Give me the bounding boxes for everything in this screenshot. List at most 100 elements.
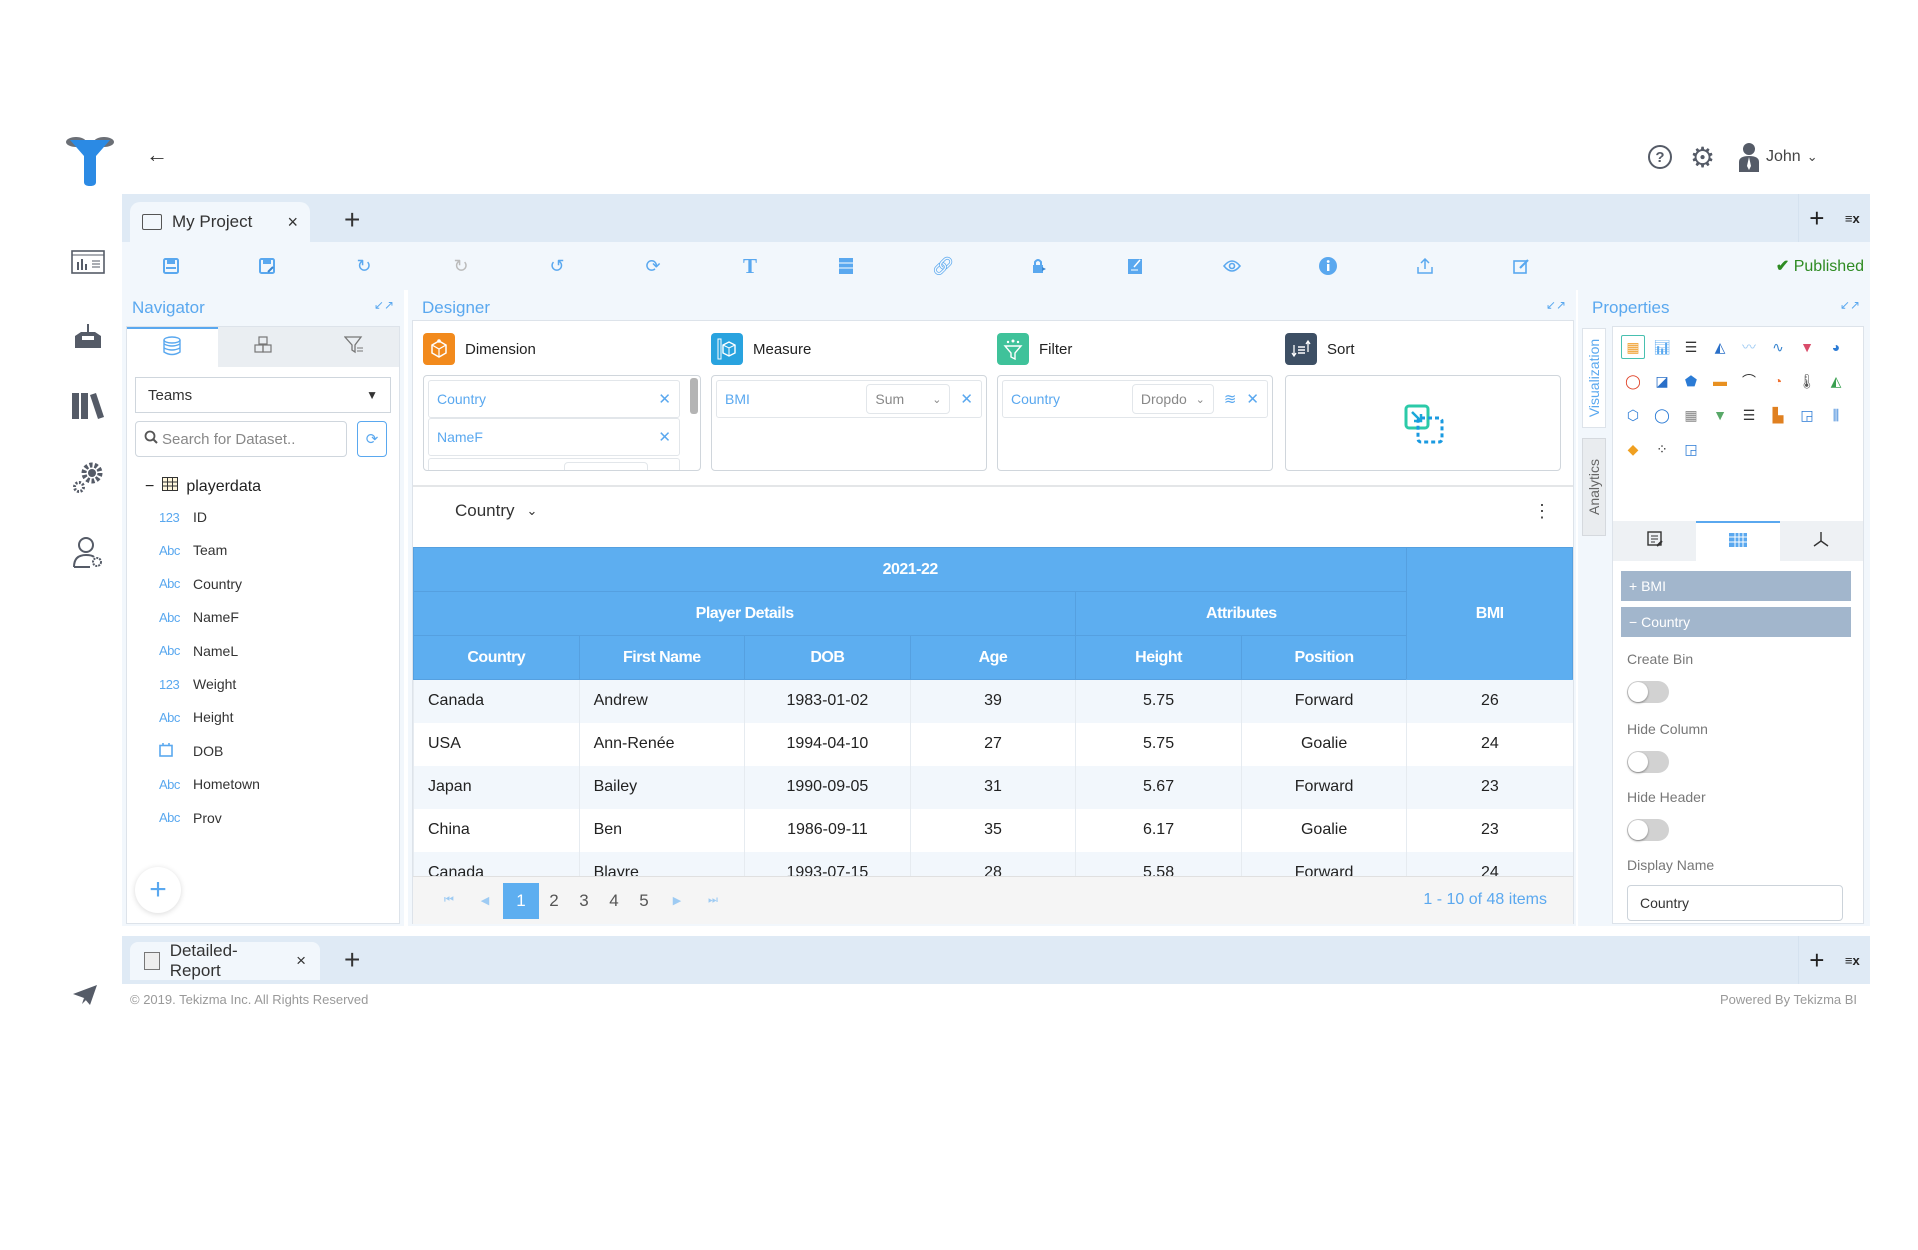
- field-item[interactable]: DOB: [159, 742, 223, 760]
- collapse-icon[interactable]: ↙↗: [1840, 298, 1860, 312]
- first-page-button[interactable]: ⏮: [431, 883, 467, 919]
- preview-eye-icon[interactable]: [1220, 254, 1244, 278]
- next-page-button[interactable]: ▶: [659, 883, 695, 919]
- accordion-bmi[interactable]: + BMI: [1621, 571, 1851, 601]
- undo-icon[interactable]: ↻: [352, 254, 376, 278]
- viz-scatter-icon[interactable]: ◪: [1650, 369, 1674, 393]
- field-item[interactable]: Abc NameF: [159, 609, 239, 625]
- viz-pivot-icon[interactable]: ▦: [1679, 403, 1703, 427]
- tab-analytics[interactable]: Analytics: [1582, 438, 1606, 536]
- column-header-country[interactable]: Country: [413, 635, 580, 680]
- viz-thermometer-icon[interactable]: 🌡︎: [1795, 369, 1819, 393]
- clear-format-icon[interactable]: ≡x: [1845, 211, 1860, 226]
- viz-bar-line-icon[interactable]: ◭: [1824, 369, 1848, 393]
- page-4-button[interactable]: 4: [599, 883, 629, 919]
- viz-table-icon[interactable]: ▦: [1621, 335, 1645, 359]
- viz-funnel-icon[interactable]: ▼: [1795, 335, 1819, 359]
- dataset-search[interactable]: [135, 421, 347, 457]
- prev-page-button[interactable]: ◀: [467, 883, 503, 919]
- clear-format-icon[interactable]: ≡x: [1845, 953, 1860, 968]
- library-icon[interactable]: [68, 386, 108, 426]
- add-tab-button[interactable]: +: [344, 202, 360, 238]
- search-input[interactable]: [162, 430, 342, 448]
- measure-shelf[interactable]: BMI Sum ⌄ ✕: [711, 375, 987, 471]
- date-part-select[interactable]: [564, 462, 649, 470]
- filter-shelf[interactable]: Country Dropdo ⌄ ≋ ✕: [997, 375, 1273, 471]
- viz-heatmap-icon[interactable]: ▬: [1708, 369, 1732, 393]
- info-icon[interactable]: [1316, 254, 1340, 278]
- column-header-position[interactable]: Position: [1240, 635, 1408, 680]
- viz-donut-icon[interactable]: ◯: [1621, 369, 1645, 393]
- user-settings-icon[interactable]: [68, 532, 108, 572]
- tab-datasets[interactable]: [127, 327, 218, 367]
- tab-columns[interactable]: [1696, 521, 1780, 561]
- add-button[interactable]: +: [1809, 203, 1824, 234]
- tab-visualization[interactable]: Visualization: [1582, 328, 1606, 428]
- collapse-icon[interactable]: ↙↗: [1546, 298, 1566, 312]
- viz-polar-icon[interactable]: ⬡: [1621, 403, 1645, 427]
- save-as-icon[interactable]: [255, 254, 279, 278]
- field-item[interactable]: Abc Team: [159, 542, 227, 558]
- paper-plane-icon[interactable]: [72, 984, 98, 1012]
- column-group-bmi[interactable]: BMI: [1406, 547, 1573, 680]
- table-row[interactable]: USA Ann-Renée 1994-04-10 27 5.75 Goalie 24: [413, 722, 1573, 766]
- shelf-scrollbar[interactable]: [690, 378, 698, 414]
- table-row[interactable]: Canada Andrew 1983-01-02 39 5.75 Forward 26: [413, 679, 1573, 723]
- filter-settings-icon[interactable]: ≋: [1224, 390, 1237, 408]
- viz-pie-icon[interactable]: ◕: [1824, 335, 1848, 359]
- inbox-download-icon[interactable]: [68, 316, 108, 356]
- viz-bubble-icon[interactable]: ⁘: [1650, 437, 1674, 461]
- help-icon[interactable]: ?: [1648, 145, 1672, 169]
- viz-horizontal-bar-icon[interactable]: ☰: [1679, 335, 1703, 359]
- reports-icon[interactable]: [68, 242, 108, 282]
- close-tab-icon[interactable]: ×: [296, 951, 306, 971]
- tab-filters[interactable]: [308, 327, 400, 367]
- remove-icon[interactable]: ✕: [658, 428, 671, 446]
- redo-icon[interactable]: ↻: [449, 254, 473, 278]
- edit-document-icon[interactable]: [1123, 254, 1147, 278]
- lock-share-icon[interactable]: [1027, 254, 1051, 278]
- text-icon[interactable]: T: [738, 254, 762, 278]
- remove-icon[interactable]: ✕: [658, 390, 671, 408]
- measure-pill-bmi[interactable]: BMI Sum ⌄ ✕: [716, 380, 982, 418]
- page-1-button[interactable]: 1: [503, 882, 539, 919]
- dataset-select[interactable]: Teams ▼: [135, 377, 391, 413]
- last-page-button[interactable]: ⏭: [695, 883, 731, 919]
- tree-node-playerdata[interactable]: − playerdata: [145, 477, 261, 496]
- add-report-tab-button[interactable]: +: [344, 942, 360, 978]
- sort-drop-zone[interactable]: [1285, 375, 1561, 471]
- viz-crosstab-alt-icon[interactable]: ◲: [1679, 437, 1703, 461]
- viz-multi-line-icon[interactable]: 〰: [1737, 335, 1761, 359]
- edit-icon[interactable]: [1509, 254, 1533, 278]
- field-item[interactable]: Abc NameL: [159, 643, 238, 659]
- close-tab-icon[interactable]: ×: [287, 212, 298, 233]
- viz-line-icon[interactable]: ∿: [1766, 335, 1790, 359]
- table-row[interactable]: Japan Bailey 1990-09-05 31 5.67 Forward 23: [413, 765, 1573, 809]
- tab-my-project[interactable]: My Project ×: [130, 202, 310, 242]
- page-3-button[interactable]: 3: [569, 883, 599, 919]
- settings-gears-icon[interactable]: [68, 458, 108, 498]
- viz-combo-bar-line-icon[interactable]: 📊︎: [1650, 335, 1674, 359]
- viz-crosstab-icon[interactable]: ◲: [1795, 403, 1819, 427]
- remove-icon[interactable]: ✕: [658, 468, 671, 470]
- viz-pyramid-icon[interactable]: ▼: [1708, 403, 1732, 427]
- field-item[interactable]: Abc Hometown: [159, 776, 260, 792]
- back-arrow-icon[interactable]: ←: [146, 142, 168, 168]
- refresh-icon[interactable]: ⟳: [641, 254, 665, 278]
- page-5-button[interactable]: 5: [629, 883, 659, 919]
- dimension-pill-namef[interactable]: NameF ✕: [428, 418, 680, 456]
- tab-axes[interactable]: [1780, 521, 1863, 561]
- field-item[interactable]: Abc Height: [159, 709, 233, 725]
- viz-ring-icon[interactable]: ◯: [1650, 403, 1674, 427]
- more-options-icon[interactable]: ⋮: [1533, 501, 1551, 522]
- dimension-shelf[interactable]: Country ✕ NameF ✕ DOB ✕: [423, 375, 701, 471]
- collapse-toggle[interactable]: −: [145, 478, 154, 496]
- viz-radar-icon[interactable]: ⬟: [1679, 369, 1703, 393]
- viz-curve-icon[interactable]: ⌒: [1737, 369, 1761, 393]
- tekizma-logo[interactable]: [66, 136, 114, 186]
- hide-column-toggle[interactable]: [1627, 751, 1669, 773]
- column-group-player-details[interactable]: Player Details: [412, 591, 1077, 636]
- accordion-country[interactable]: − Country: [1621, 607, 1851, 637]
- remove-icon[interactable]: ✕: [1246, 390, 1259, 408]
- field-item[interactable]: Abc Country: [159, 576, 242, 592]
